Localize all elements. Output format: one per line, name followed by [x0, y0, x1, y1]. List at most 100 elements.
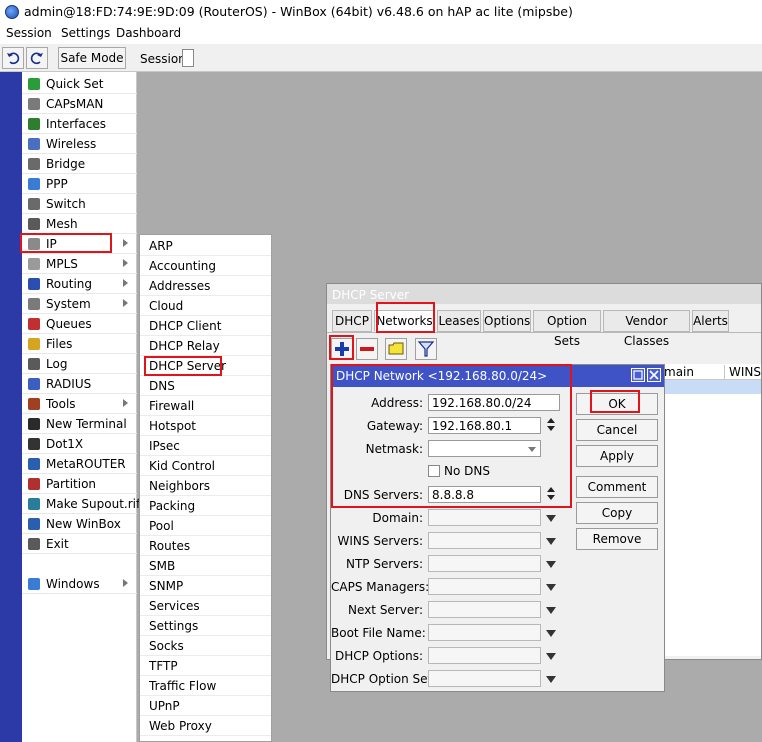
sidebar-item-mesh[interactable]: Mesh	[22, 214, 137, 234]
caps-managers-expand-icon[interactable]	[546, 584, 556, 591]
next-server-input[interactable]	[428, 601, 541, 618]
sidebar-item-queues[interactable]: Queues	[22, 314, 137, 334]
dhcp-option-set-input[interactable]	[428, 670, 541, 687]
ip-menu-addresses[interactable]: Addresses	[140, 276, 271, 296]
ip-menu-socks[interactable]: Socks	[140, 636, 271, 656]
menu-dashboard[interactable]: Dashboard	[116, 26, 181, 40]
ip-menu-upnp[interactable]: UPnP	[140, 696, 271, 716]
column-header-wins-servers[interactable]: WINS S	[724, 365, 762, 379]
dhcp-server-titlebar[interactable]: DHCP Server	[327, 284, 761, 304]
sidebar-item-metarouter[interactable]: MetaROUTER	[22, 454, 137, 474]
ip-menu-firewall[interactable]: Firewall	[140, 396, 271, 416]
sidebar-item-windows[interactable]: Windows	[22, 574, 137, 594]
ip-menu-label: Cloud	[149, 299, 184, 313]
remove-button[interactable]	[356, 338, 378, 360]
ip-menu-routes[interactable]: Routes	[140, 536, 271, 556]
apply-button[interactable]: Apply	[576, 445, 658, 467]
cancel-button[interactable]: Cancel	[576, 419, 658, 441]
next-server-expand-icon[interactable]	[546, 607, 556, 614]
ip-menu-ipsec[interactable]: IPsec	[140, 436, 271, 456]
sidebar-item-new-terminal[interactable]: New Terminal	[22, 414, 137, 434]
ip-menu-arp[interactable]: ARP	[140, 236, 271, 256]
undo-button[interactable]	[2, 47, 24, 69]
ip-highlight	[20, 233, 112, 253]
dhcp-option-set-expand-icon[interactable]	[546, 676, 556, 683]
dhcp-options-input[interactable]	[428, 647, 541, 664]
sidebar-item-label: Interfaces	[46, 117, 106, 131]
sidebar-item-quick-set[interactable]: Quick Set	[22, 74, 137, 94]
sidebar-item-interfaces[interactable]: Interfaces	[22, 114, 137, 134]
ip-menu-cloud[interactable]: Cloud	[140, 296, 271, 316]
ip-menu-neighbors[interactable]: Neighbors	[140, 476, 271, 496]
ip-menu-dns[interactable]: DNS	[140, 376, 271, 396]
ip-menu-dhcp-relay[interactable]: DHCP Relay	[140, 336, 271, 356]
sidebar-item-mpls[interactable]: MPLS	[22, 254, 137, 274]
restore-button[interactable]	[631, 368, 645, 382]
sidebar-item-routing[interactable]: Routing	[22, 274, 137, 294]
wins-servers-label: WINS Servers:	[337, 534, 423, 548]
safe-mode-button[interactable]: Safe Mode	[58, 47, 126, 69]
tab-options[interactable]: Options	[483, 310, 531, 332]
filter-button[interactable]	[415, 338, 437, 360]
dhcp-options-expand-icon[interactable]	[546, 653, 556, 660]
tab-option-sets[interactable]: Option Sets	[533, 310, 601, 348]
menu-settings[interactable]: Settings	[61, 26, 110, 40]
sidebar-item-exit[interactable]: Exit	[22, 534, 137, 554]
ip-menu-smb[interactable]: SMB	[140, 556, 271, 576]
sidebar-item-log[interactable]: Log	[22, 354, 137, 374]
ip-menu-packing[interactable]: Packing	[140, 496, 271, 516]
comment-button[interactable]: Comment	[576, 476, 658, 498]
sidebar-item-label: Dot1X	[46, 437, 84, 451]
sidebar-item-switch[interactable]: Switch	[22, 194, 137, 214]
ntp-servers-input[interactable]	[428, 555, 541, 572]
main-toolbar: Safe Mode Session:	[0, 44, 762, 72]
sidebar-item-wireless[interactable]: Wireless	[22, 134, 137, 154]
wins-servers-expand-icon[interactable]	[546, 538, 556, 545]
boot-file-name-expand-icon[interactable]	[546, 630, 556, 637]
column-header-domain[interactable]: main	[664, 365, 694, 379]
sidebar-item-dot1x[interactable]: Dot1X	[22, 434, 137, 454]
ip-menu-dhcp-client[interactable]: DHCP Client	[140, 316, 271, 336]
wins-servers-input[interactable]	[428, 532, 541, 549]
ip-menu-kid-control[interactable]: Kid Control	[140, 456, 271, 476]
sidebar-item-capsman[interactable]: CAPsMAN	[22, 94, 137, 114]
ip-menu-accounting[interactable]: Accounting	[140, 256, 271, 276]
ip-menu-hotspot[interactable]: Hotspot	[140, 416, 271, 436]
domain-expand-icon[interactable]	[546, 515, 556, 522]
comment-button[interactable]	[385, 338, 407, 360]
ip-menu-settings[interactable]: Settings	[140, 616, 271, 636]
sidebar-item-radius[interactable]: RADIUS	[22, 374, 137, 394]
redo-button[interactable]	[26, 47, 48, 69]
tab-leases[interactable]: Leases	[437, 310, 481, 332]
sidebar-item-files[interactable]: Files	[22, 334, 137, 354]
ntp-servers-expand-icon[interactable]	[546, 561, 556, 568]
tab-alerts[interactable]: Alerts	[692, 310, 729, 332]
copy-button[interactable]: Copy	[576, 502, 658, 524]
close-button[interactable]	[647, 368, 661, 382]
terminal-icon	[28, 418, 40, 430]
sidebar-item-new-winbox[interactable]: New WinBox	[22, 514, 137, 534]
caps-managers-input[interactable]	[428, 578, 541, 595]
sidebar-item-system[interactable]: System	[22, 294, 137, 314]
ip-menu-label: Kid Control	[149, 459, 216, 473]
sidebar-item-bridge[interactable]: Bridge	[22, 154, 137, 174]
sidebar-item-ppp[interactable]: PPP	[22, 174, 137, 194]
ip-menu-web-proxy[interactable]: Web Proxy	[140, 716, 271, 736]
domain-input[interactable]	[428, 509, 541, 526]
caps-managers-label: CAPS Managers:	[331, 580, 430, 594]
boot-file-name-input[interactable]	[428, 624, 541, 641]
sidebar-item-label: CAPsMAN	[46, 97, 104, 111]
sidebar-item-make-supout-rif[interactable]: Make Supout.rif	[22, 494, 140, 514]
remove-dialog-button[interactable]: Remove	[576, 528, 658, 550]
sidebar-item-tools[interactable]: Tools	[22, 394, 137, 414]
ip-menu-traffic-flow[interactable]: Traffic Flow	[140, 676, 271, 696]
ip-menu-pool[interactable]: Pool	[140, 516, 271, 536]
ip-menu-services[interactable]: Services	[140, 596, 271, 616]
ip-menu-tftp[interactable]: TFTP	[140, 656, 271, 676]
tab-vendor-classes[interactable]: Vendor Classes	[603, 310, 690, 348]
ip-menu-snmp[interactable]: SNMP	[140, 576, 271, 596]
tab-dhcp[interactable]: DHCP	[332, 310, 372, 332]
session-input[interactable]	[182, 49, 194, 67]
sidebar-item-partition[interactable]: Partition	[22, 474, 137, 494]
menu-session[interactable]: Session	[6, 26, 52, 40]
